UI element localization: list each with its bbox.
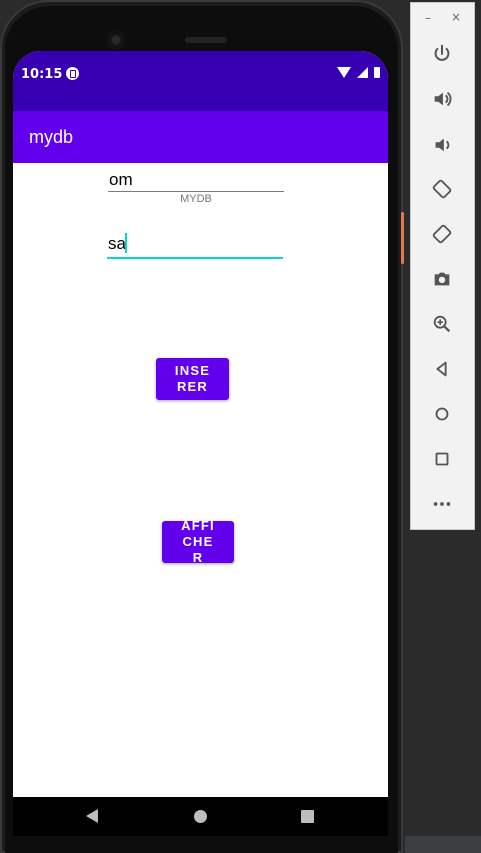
nav-home-icon[interactable] [194, 810, 207, 823]
main-content: om MYDB sa INSERER AFFICHER [13, 163, 388, 797]
text-field-1-underline [108, 191, 284, 192]
taskbar-strip [405, 836, 481, 853]
rotate-right-icon[interactable] [428, 220, 456, 248]
close-icon[interactable]: × [451, 10, 461, 24]
display-button[interactable]: AFFICHER [162, 518, 234, 565]
text-field-2[interactable]: sa [107, 231, 283, 261]
volume-down-icon[interactable] [428, 131, 456, 159]
text-field-1[interactable]: om MYDB [108, 169, 284, 202]
wifi-icon [337, 67, 351, 78]
zoom-icon[interactable] [428, 310, 456, 338]
status-icons [337, 67, 380, 78]
camera-icon[interactable] [428, 265, 456, 293]
app-bar: mydb [13, 111, 388, 163]
overview-icon[interactable] [428, 445, 456, 473]
display-button-label: AFFICHER [181, 518, 215, 565]
power-icon[interactable] [428, 40, 456, 68]
phone-side-button[interactable] [401, 212, 404, 264]
earpiece-speaker [185, 37, 227, 43]
nav-back-icon[interactable] [86, 809, 98, 823]
emulator-window-controls: – × [411, 3, 474, 33]
device-screen: 10:15 mydb om MYDB sa INSERER AFFICHER [13, 51, 388, 836]
text-cursor [125, 233, 127, 253]
app-title: mydb [29, 127, 74, 147]
phone-frame: 10:15 mydb om MYDB sa INSERER AFFICHER [0, 0, 404, 853]
emulator-toolbar: – × [410, 2, 475, 530]
text-field-2-value[interactable]: sa [108, 234, 126, 254]
nav-overview-icon[interactable] [301, 810, 314, 823]
rotate-left-icon[interactable] [428, 175, 456, 203]
home-icon[interactable] [428, 400, 456, 428]
navigation-bar [13, 797, 388, 836]
status-time: 10:15 [21, 67, 63, 82]
battery-icon [374, 67, 380, 78]
status-bar: 10:15 [13, 51, 388, 111]
text-field-2-underline [107, 257, 283, 259]
back-icon[interactable] [428, 355, 456, 383]
minimize-icon[interactable]: – [425, 11, 431, 25]
notification-icon [66, 67, 79, 80]
text-field-1-hint: MYDB [180, 193, 212, 202]
volume-up-icon[interactable] [428, 85, 456, 113]
text-field-1-value[interactable]: om [109, 170, 133, 190]
insert-button-label: INSERER [174, 363, 211, 394]
more-icon[interactable] [428, 490, 456, 518]
front-camera [106, 30, 126, 50]
signal-icon [357, 67, 368, 78]
insert-button[interactable]: INSERER [156, 358, 229, 400]
